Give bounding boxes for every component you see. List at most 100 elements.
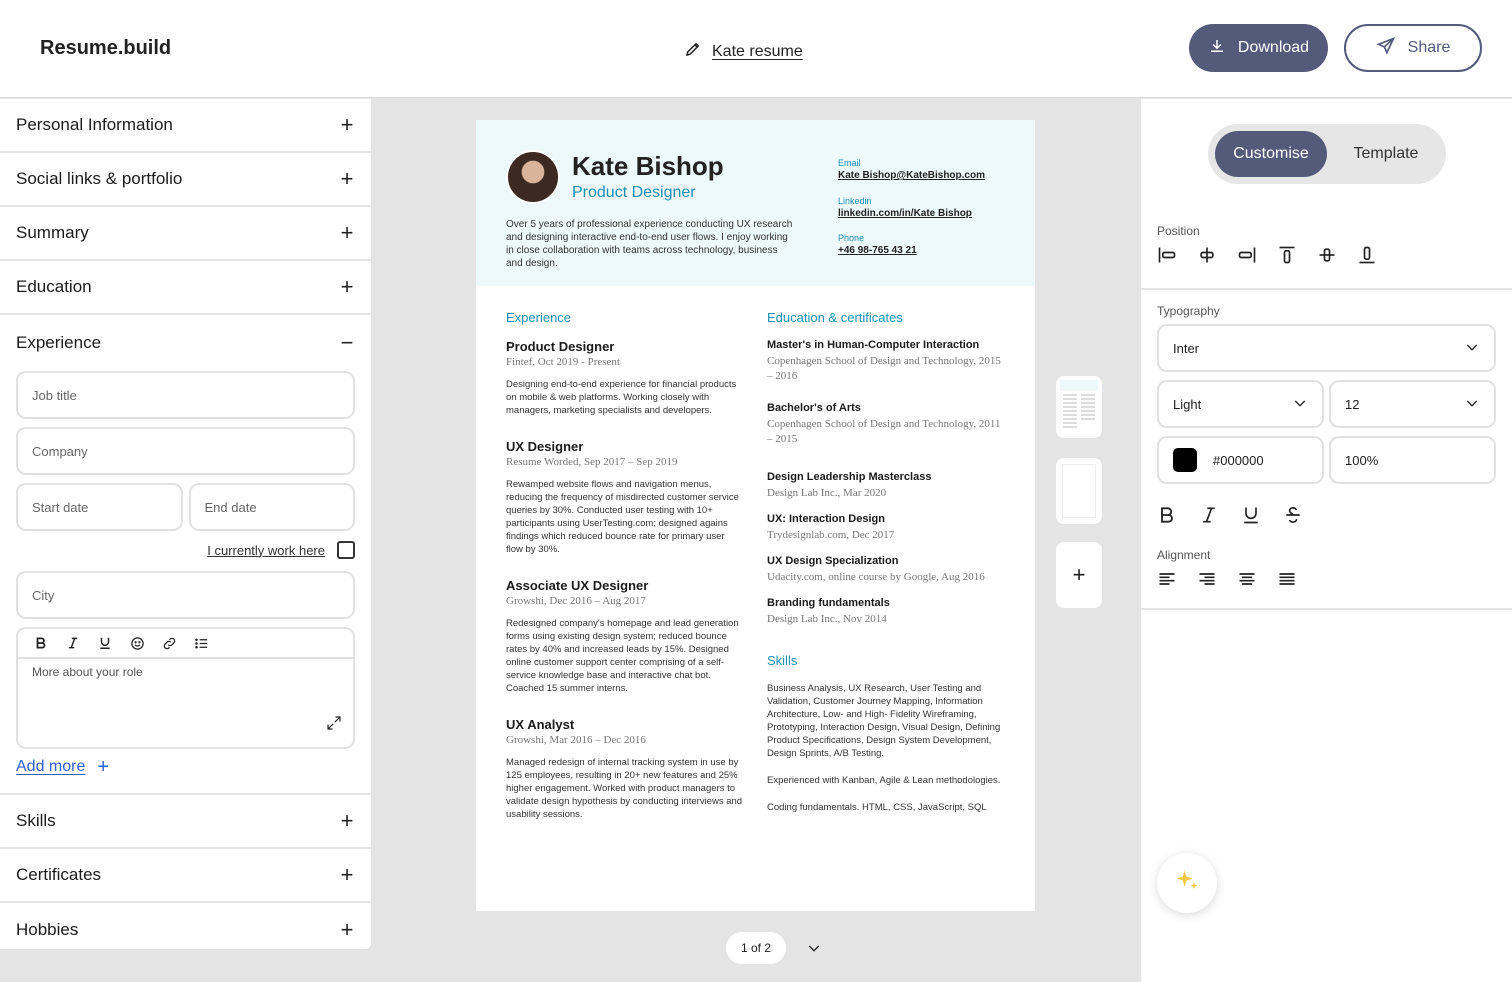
start-date-input[interactable]: Start date (16, 483, 183, 531)
align-text-justify-icon[interactable] (1277, 569, 1297, 589)
plus-icon[interactable]: + (339, 168, 355, 190)
underline-icon[interactable] (96, 634, 114, 652)
app-logo[interactable]: Resume.build (40, 37, 171, 60)
job-entry: Associate UX Designer Growshi, Dec 2016 … (506, 578, 744, 695)
job-entry: UX Designer Resume Worded, Sep 2017 – Se… (506, 439, 744, 556)
ai-assistant-button[interactable] (1157, 853, 1217, 913)
current-work-checkbox[interactable] (337, 541, 355, 559)
plus-icon[interactable]: + (339, 276, 355, 298)
expand-icon[interactable] (325, 714, 343, 737)
section-summary[interactable]: Summary + (0, 207, 371, 261)
contact-linkedin: Linkedin linkedin.com/in/Kate Bishop (838, 196, 972, 219)
plus-icon[interactable]: + (339, 864, 355, 886)
font-family-value: Inter (1173, 340, 1200, 356)
plus-icon[interactable]: + (339, 810, 355, 832)
emoji-icon[interactable] (128, 634, 146, 652)
resume-page[interactable]: Kate Bishop Product Designer Over 5 year… (476, 120, 1035, 911)
font-size-select[interactable]: 12 (1329, 380, 1496, 428)
color-hex-value: #000000 (1213, 452, 1264, 468)
job-entry: UX Analyst Growshi, Mar 2016 – Dec 2016 … (506, 717, 744, 821)
align-text-left-icon[interactable] (1157, 569, 1177, 589)
italic-icon[interactable] (64, 634, 82, 652)
document-title[interactable]: Kate resume (684, 40, 803, 63)
job-title-input[interactable]: Job title (16, 371, 355, 419)
list-icon[interactable] (192, 634, 210, 652)
section-label: Hobbies (16, 920, 79, 939)
align-bottom-edge-icon[interactable] (1357, 245, 1377, 265)
section-social-links[interactable]: Social links & portfolio + (0, 153, 371, 207)
align-text-right-icon[interactable] (1197, 569, 1217, 589)
plus-icon[interactable]: + (339, 114, 355, 136)
experience-form: Job title Company Start date End date I … (0, 371, 371, 795)
section-certificates[interactable]: Certificates + (0, 849, 371, 903)
company-input[interactable]: Company (16, 427, 355, 475)
minus-icon[interactable]: − (339, 332, 355, 354)
education-heading: Education & certificates (767, 310, 903, 325)
font-family-select[interactable]: Inter (1157, 324, 1496, 372)
strikethrough-icon[interactable] (1283, 505, 1303, 525)
job-title: UX Designer (506, 439, 584, 454)
role-description-editor[interactable]: More about your role (16, 627, 355, 749)
chevron-down-icon[interactable] (806, 940, 822, 961)
link-icon[interactable] (160, 634, 178, 652)
education-meta: Design Lab Inc., Mar 2020 (767, 487, 887, 499)
education-meta: Copenhagen School of Design and Technolo… (767, 418, 1001, 445)
align-left-edge-icon[interactable] (1157, 245, 1177, 265)
align-vertical-center-icon[interactable] (1317, 245, 1337, 265)
tab-customise[interactable]: Customise (1215, 131, 1327, 177)
bold-icon[interactable] (1157, 505, 1177, 525)
section-skills[interactable]: Skills + (0, 795, 371, 849)
underline-icon[interactable] (1241, 505, 1261, 525)
align-horizontal-center-icon[interactable] (1197, 245, 1217, 265)
job-description: Redesigned company's homepage and lead g… (506, 618, 739, 694)
color-swatch[interactable] (1173, 448, 1197, 472)
add-more-link[interactable]: Add more + (16, 757, 355, 777)
contact-value[interactable]: linkedin.com/in/Kate Bishop (838, 208, 972, 219)
section-education[interactable]: Education + (0, 261, 371, 315)
section-label: Education (16, 277, 92, 296)
contact-value[interactable]: Kate Bishop@KateBishop.com (838, 170, 985, 181)
education-entry: Branding fundamentals Design Lab Inc., N… (767, 597, 1007, 627)
role-description-placeholder: More about your role (32, 665, 143, 679)
section-label: Social links & portfolio (16, 169, 183, 188)
text-color-input[interactable]: #000000 (1157, 436, 1324, 484)
education-title: UX: Interaction Design (767, 513, 885, 525)
plus-icon[interactable]: + (339, 222, 355, 244)
page-thumbnail-1[interactable] (1056, 376, 1102, 438)
education-title: UX Design Specialization (767, 555, 899, 567)
job-title: UX Analyst (506, 717, 575, 732)
current-work-label[interactable]: I currently work here (207, 543, 325, 558)
section-personal-information[interactable]: Personal Information + (0, 99, 371, 153)
opacity-input[interactable]: 100% (1329, 436, 1496, 484)
plus-icon: + (1072, 562, 1086, 587)
document-name[interactable]: Kate resume (712, 43, 803, 61)
page-indicator: 1 of 2 (726, 932, 786, 964)
font-weight-select[interactable]: Light (1157, 380, 1324, 428)
add-page-button[interactable]: + (1056, 542, 1102, 608)
tab-template[interactable]: Template (1332, 131, 1440, 177)
download-button[interactable]: Download (1189, 24, 1328, 72)
customise-panel: Customise Template Position Typography I… (1141, 99, 1512, 982)
education-title: Master's in Human-Computer Interaction (767, 339, 980, 351)
align-right-edge-icon[interactable] (1237, 245, 1257, 265)
contact-phone: Phone +46 98-765 43 21 (838, 233, 917, 256)
section-hobbies[interactable]: Hobbies + (0, 903, 371, 957)
section-experience[interactable]: Experience − (0, 315, 371, 371)
skills-paragraph: Experienced with Kanban, Agile & Lean me… (767, 775, 1001, 786)
align-text-center-icon[interactable] (1237, 569, 1257, 589)
panel-divider (1141, 608, 1512, 610)
contact-value[interactable]: +46 98-765 43 21 (838, 245, 917, 256)
job-title: Associate UX Designer (506, 578, 649, 593)
page-thumbnail-2[interactable] (1056, 458, 1102, 524)
plus-icon[interactable]: + (339, 919, 355, 941)
pencil-icon (684, 40, 702, 63)
end-date-input[interactable]: End date (188, 483, 355, 531)
sparkles-icon (1173, 867, 1201, 900)
job-meta: Growshi, Mar 2016 – Dec 2016 (506, 734, 646, 746)
italic-icon[interactable] (1199, 505, 1219, 525)
alignment-controls (1157, 569, 1297, 589)
align-top-edge-icon[interactable] (1277, 245, 1297, 265)
city-input[interactable]: City (16, 571, 355, 619)
share-button[interactable]: Share (1344, 24, 1482, 72)
bold-icon[interactable] (32, 634, 50, 652)
